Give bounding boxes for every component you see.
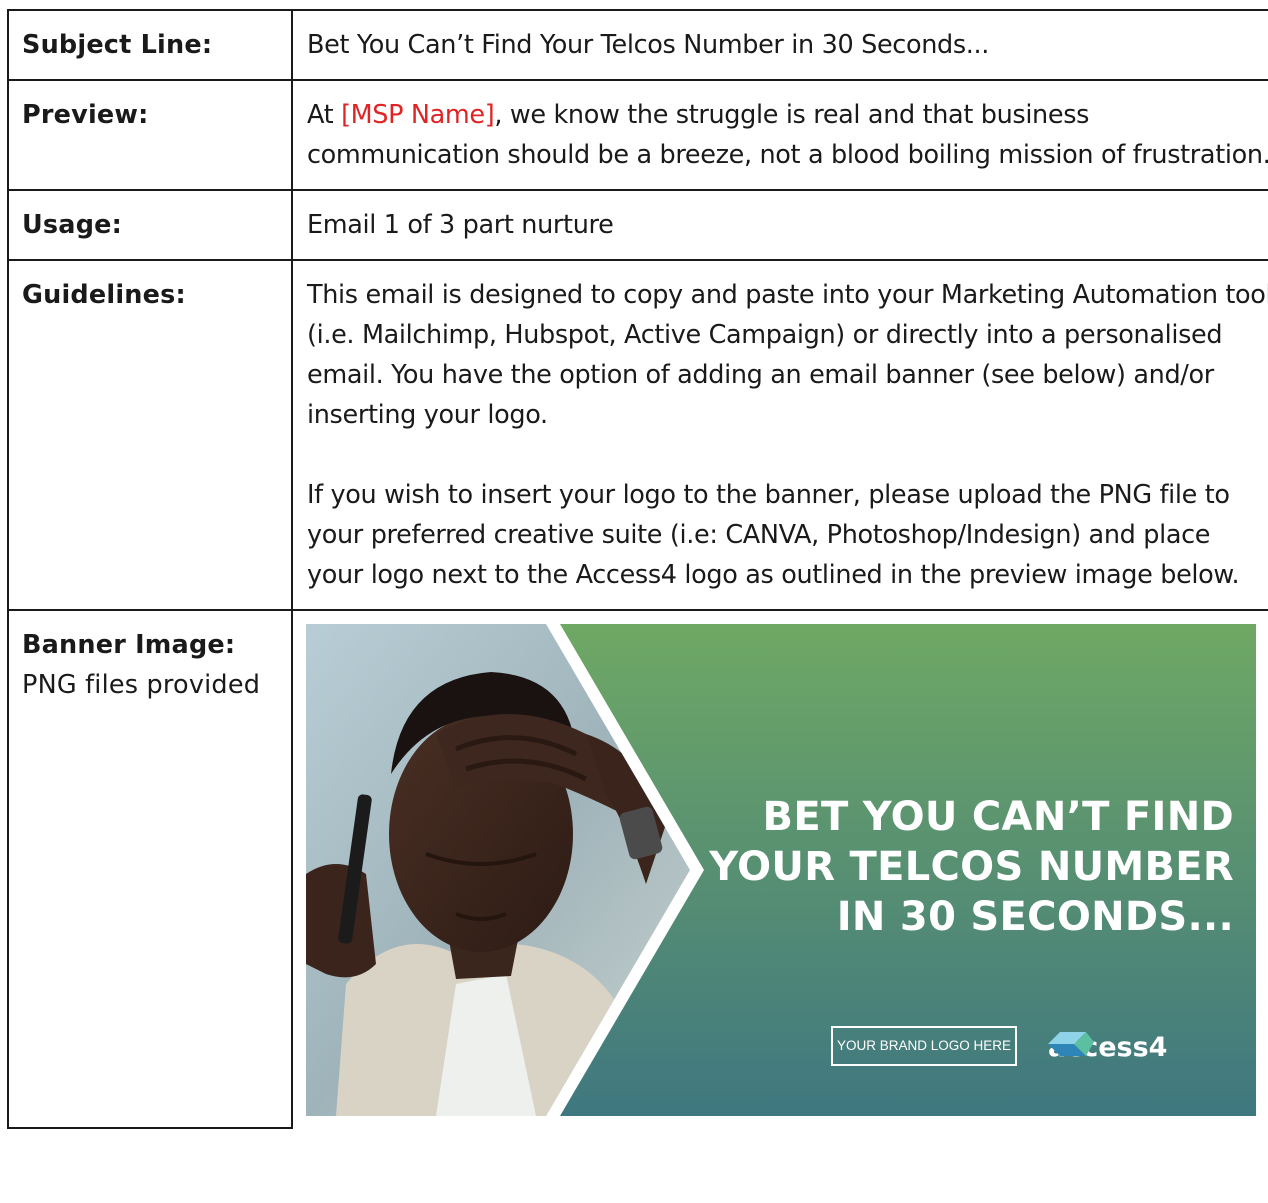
preview-label: Preview: (7, 79, 293, 191)
banner-image-label-cell: Banner Image: PNG files provided (7, 609, 293, 1129)
access4-logo-icon (1048, 1032, 1094, 1056)
guidelines-paragraph-2: If you wish to insert your logo to the b… (307, 480, 1240, 590)
table-row-subject: Subject Line: Bet You Can’t Find Your Te… (7, 9, 1268, 81)
usage-value: Email 1 of 3 part nurture (291, 189, 1268, 261)
email-spec-table: Subject Line: Bet You Can’t Find Your Te… (7, 9, 1268, 1129)
guidelines-paragraph-1: This email is designed to copy and paste… (307, 280, 1268, 430)
banner-headline-line-3: IN 30 SECONDS... (836, 894, 1234, 940)
table-row-banner: Banner Image: PNG files provided BET YOU… (7, 609, 1268, 1129)
subject-line-label: Subject Line: (7, 9, 293, 81)
table-row-guidelines: Guidelines: This email is designed to co… (7, 259, 1268, 611)
usage-label: Usage: (7, 189, 293, 261)
preview-prefix: At (307, 100, 342, 130)
access4-logo: access4 (1046, 1028, 1167, 1068)
banner-headline-line-2: YOUR TELCOS NUMBER (709, 844, 1234, 890)
preview-value: At [MSP Name], we know the struggle is r… (291, 79, 1268, 191)
table-row-usage: Usage: Email 1 of 3 part nurture (7, 189, 1268, 261)
banner-image-label: Banner Image: (22, 630, 236, 660)
email-banner-image: BET YOU CAN’T FIND YOUR TELCOS NUMBER IN… (306, 624, 1256, 1116)
banner-image-cell: BET YOU CAN’T FIND YOUR TELCOS NUMBER IN… (291, 609, 1268, 1128)
png-files-note: PNG files provided (22, 670, 261, 700)
subject-line-value: Bet You Can’t Find Your Telcos Number in… (291, 9, 1268, 81)
banner-headline-line-1: BET YOU CAN’T FIND (762, 794, 1234, 840)
banner-headline: BET YOU CAN’T FIND YOUR TELCOS NUMBER IN… (709, 792, 1234, 942)
brand-logo-placeholder: YOUR BRAND LOGO HERE (831, 1026, 1017, 1066)
guidelines-label: Guidelines: (7, 259, 293, 611)
guidelines-value: This email is designed to copy and paste… (291, 259, 1268, 611)
msp-name-placeholder: [MSP Name] (341, 100, 495, 130)
table-row-preview: Preview: At [MSP Name], we know the stru… (7, 79, 1268, 191)
